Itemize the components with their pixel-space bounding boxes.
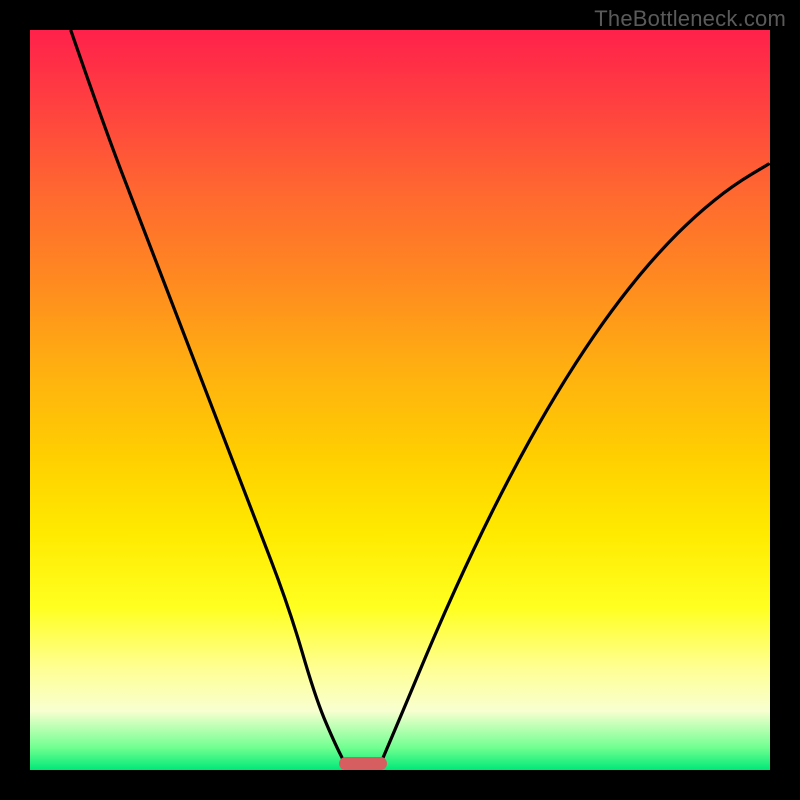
right-curve [378, 163, 770, 770]
chart-frame: TheBottleneck.com [0, 0, 800, 800]
plot-area [30, 30, 770, 770]
left-curve [71, 30, 349, 770]
watermark-text: TheBottleneck.com [594, 6, 786, 32]
curves-svg [30, 30, 770, 770]
minimum-marker [339, 757, 387, 770]
